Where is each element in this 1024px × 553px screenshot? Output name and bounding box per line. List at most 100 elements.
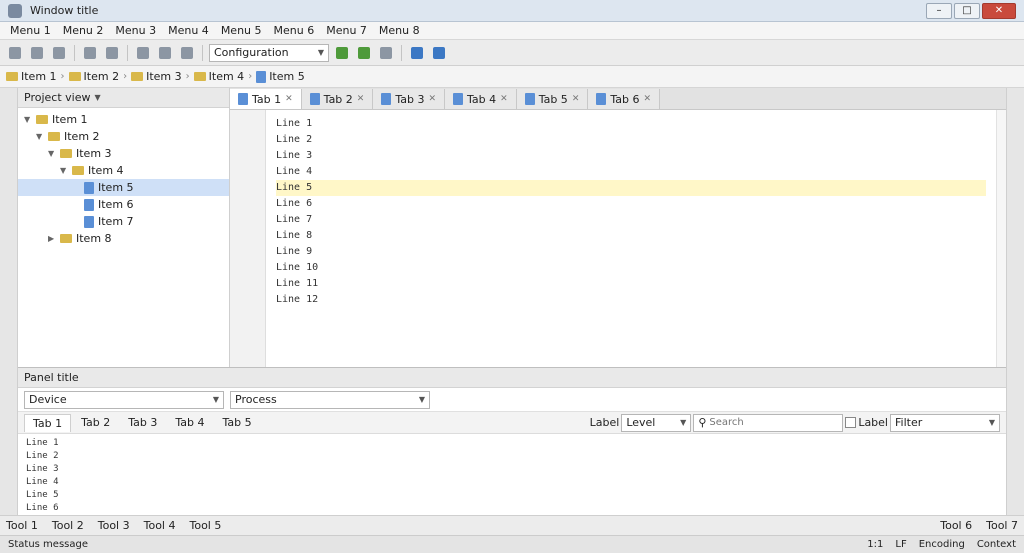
- maximize-button[interactable]: □: [954, 2, 980, 19]
- filter-select[interactable]: Filter ▼: [890, 413, 1000, 432]
- tree-item[interactable]: Item 7: [18, 213, 229, 230]
- folder-icon: [6, 72, 18, 81]
- help-icon[interactable]: [430, 44, 448, 62]
- cut-icon[interactable]: [134, 44, 152, 62]
- menu-item[interactable]: Menu 7: [320, 22, 373, 40]
- bottom-tool-button[interactable]: Tool 1: [6, 519, 38, 532]
- file-encoding[interactable]: Encoding: [919, 539, 965, 550]
- status-message: Status message: [8, 539, 88, 550]
- run-icon[interactable]: [333, 44, 351, 62]
- code-line[interactable]: Line 6: [276, 196, 986, 212]
- stop-icon[interactable]: [377, 44, 395, 62]
- code-line[interactable]: Line 2: [276, 132, 986, 148]
- editor-tab[interactable]: Tab 3 ✕: [373, 89, 446, 109]
- logcat-search-input[interactable]: [709, 417, 839, 428]
- minimize-button[interactable]: –: [926, 2, 952, 19]
- log-level-select[interactable]: Level ▼: [621, 413, 692, 432]
- close-tab-icon[interactable]: ✕: [500, 94, 508, 104]
- tree-item[interactable]: ▼ Item 4: [18, 162, 229, 179]
- close-tab-icon[interactable]: ✕: [428, 94, 436, 104]
- status-bar: Status message 1:1 LF Encoding Context: [0, 535, 1024, 553]
- tree-item[interactable]: ▼ Item 1: [18, 111, 229, 128]
- bottom-tool-button[interactable]: Tool 7: [986, 519, 1018, 532]
- tree-item[interactable]: ▶ Item 8: [18, 230, 229, 247]
- monitor-tab[interactable]: Tab 2: [73, 414, 118, 432]
- close-tab-icon[interactable]: ✕: [643, 94, 651, 104]
- close-button[interactable]: ✕: [982, 2, 1016, 19]
- expand-arrow-icon[interactable]: ▼: [24, 115, 32, 124]
- save-icon[interactable]: [28, 44, 46, 62]
- code-line[interactable]: Line 7: [276, 212, 986, 228]
- tree-item-selected[interactable]: Item 5: [18, 179, 229, 196]
- expand-arrow-icon[interactable]: ▼: [36, 132, 44, 141]
- editor-tab[interactable]: Tab 5 ✕: [516, 89, 589, 109]
- copy-icon[interactable]: [156, 44, 174, 62]
- bottom-tool-button[interactable]: Tool 4: [144, 519, 176, 532]
- breadcrumb-item[interactable]: Item 1: [6, 70, 57, 83]
- breadcrumb-item[interactable]: Item 2: [68, 70, 119, 83]
- menu-item[interactable]: Menu 3: [109, 22, 162, 40]
- code-line[interactable]: Line 12: [276, 292, 986, 308]
- menu-item[interactable]: Menu 2: [57, 22, 110, 40]
- menu-item[interactable]: Menu 4: [162, 22, 215, 40]
- menu-item[interactable]: Menu 5: [215, 22, 268, 40]
- editor-tab[interactable]: Tab 4 ✕: [445, 89, 517, 109]
- project-view-selector[interactable]: Project view ▼: [18, 88, 229, 108]
- code-line[interactable]: Line 8: [276, 228, 986, 244]
- bottom-tool-button[interactable]: Tool 5: [190, 519, 222, 532]
- log-level-label: Label: [589, 416, 620, 429]
- run-configuration-select[interactable]: Configuration ▼: [209, 43, 329, 62]
- bottom-tool-button[interactable]: Tool 2: [52, 519, 84, 532]
- editor-tab[interactable]: Tab 6 ✕: [588, 89, 661, 109]
- code-editor[interactable]: Line 1 Line 2 Line 3 Line 4 Line 5 Line …: [266, 110, 996, 367]
- code-line[interactable]: Line 4: [276, 164, 986, 180]
- breadcrumb-item[interactable]: Item 3: [131, 70, 182, 83]
- editor-tab-active[interactable]: Tab 1 ✕: [230, 89, 302, 109]
- open-icon[interactable]: [6, 44, 24, 62]
- logcat-output[interactable]: Line 1 Line 2 Line 3 Line 4 Line 5 Line …: [18, 434, 1006, 515]
- code-line-current[interactable]: Line 5: [276, 180, 986, 196]
- right-tool-stripe[interactable]: [1006, 88, 1024, 515]
- code-line[interactable]: Line 1: [276, 116, 986, 132]
- code-line[interactable]: Line 10: [276, 260, 986, 276]
- caret-position[interactable]: 1:1: [867, 539, 883, 550]
- monitor-tab[interactable]: Tab 4: [167, 414, 212, 432]
- monitor-tab-active[interactable]: Tab 1: [24, 413, 72, 432]
- undo-icon[interactable]: [81, 44, 99, 62]
- tree-item[interactable]: ▼ Item 2: [18, 128, 229, 145]
- left-tool-stripe[interactable]: [0, 88, 18, 515]
- code-line[interactable]: Line 3: [276, 148, 986, 164]
- process-select[interactable]: Process ▼: [230, 390, 430, 409]
- menu-item[interactable]: Menu 1: [4, 22, 57, 40]
- editor-tab[interactable]: Tab 2 ✕: [301, 89, 374, 109]
- tree-item[interactable]: ▼ Item 3: [18, 145, 229, 162]
- bottom-tool-button[interactable]: Tool 6: [940, 519, 972, 532]
- breadcrumb-item[interactable]: Item 4: [193, 70, 244, 83]
- tree-item[interactable]: Item 6: [18, 196, 229, 213]
- close-tab-icon[interactable]: ✕: [572, 94, 580, 104]
- menu-item[interactable]: Menu 6: [268, 22, 321, 40]
- editor-gutter[interactable]: [230, 110, 266, 367]
- debug-icon[interactable]: [355, 44, 373, 62]
- code-line[interactable]: Line 11: [276, 276, 986, 292]
- error-stripe[interactable]: [996, 110, 1006, 367]
- breadcrumb-item[interactable]: Item 5: [256, 70, 305, 83]
- bottom-tool-button[interactable]: Tool 3: [98, 519, 130, 532]
- line-separator[interactable]: LF: [895, 539, 906, 550]
- expand-arrow-icon[interactable]: ▶: [48, 234, 56, 243]
- expand-arrow-icon[interactable]: ▼: [48, 149, 56, 158]
- expand-arrow-icon[interactable]: ▼: [60, 166, 68, 175]
- close-tab-icon[interactable]: ✕: [357, 94, 365, 104]
- redo-icon[interactable]: [103, 44, 121, 62]
- logcat-search[interactable]: ⚲: [693, 413, 844, 432]
- paste-icon[interactable]: [178, 44, 196, 62]
- close-tab-icon[interactable]: ✕: [285, 94, 293, 104]
- sdk-manager-icon[interactable]: [408, 44, 426, 62]
- regex-checkbox[interactable]: [845, 417, 857, 428]
- menu-item[interactable]: Menu 8: [373, 22, 426, 40]
- device-select[interactable]: Device ▼: [24, 390, 224, 409]
- code-line[interactable]: Line 9: [276, 244, 986, 260]
- monitor-tab[interactable]: Tab 3: [120, 414, 165, 432]
- monitor-tab[interactable]: Tab 5: [215, 414, 260, 432]
- sync-icon[interactable]: [50, 44, 68, 62]
